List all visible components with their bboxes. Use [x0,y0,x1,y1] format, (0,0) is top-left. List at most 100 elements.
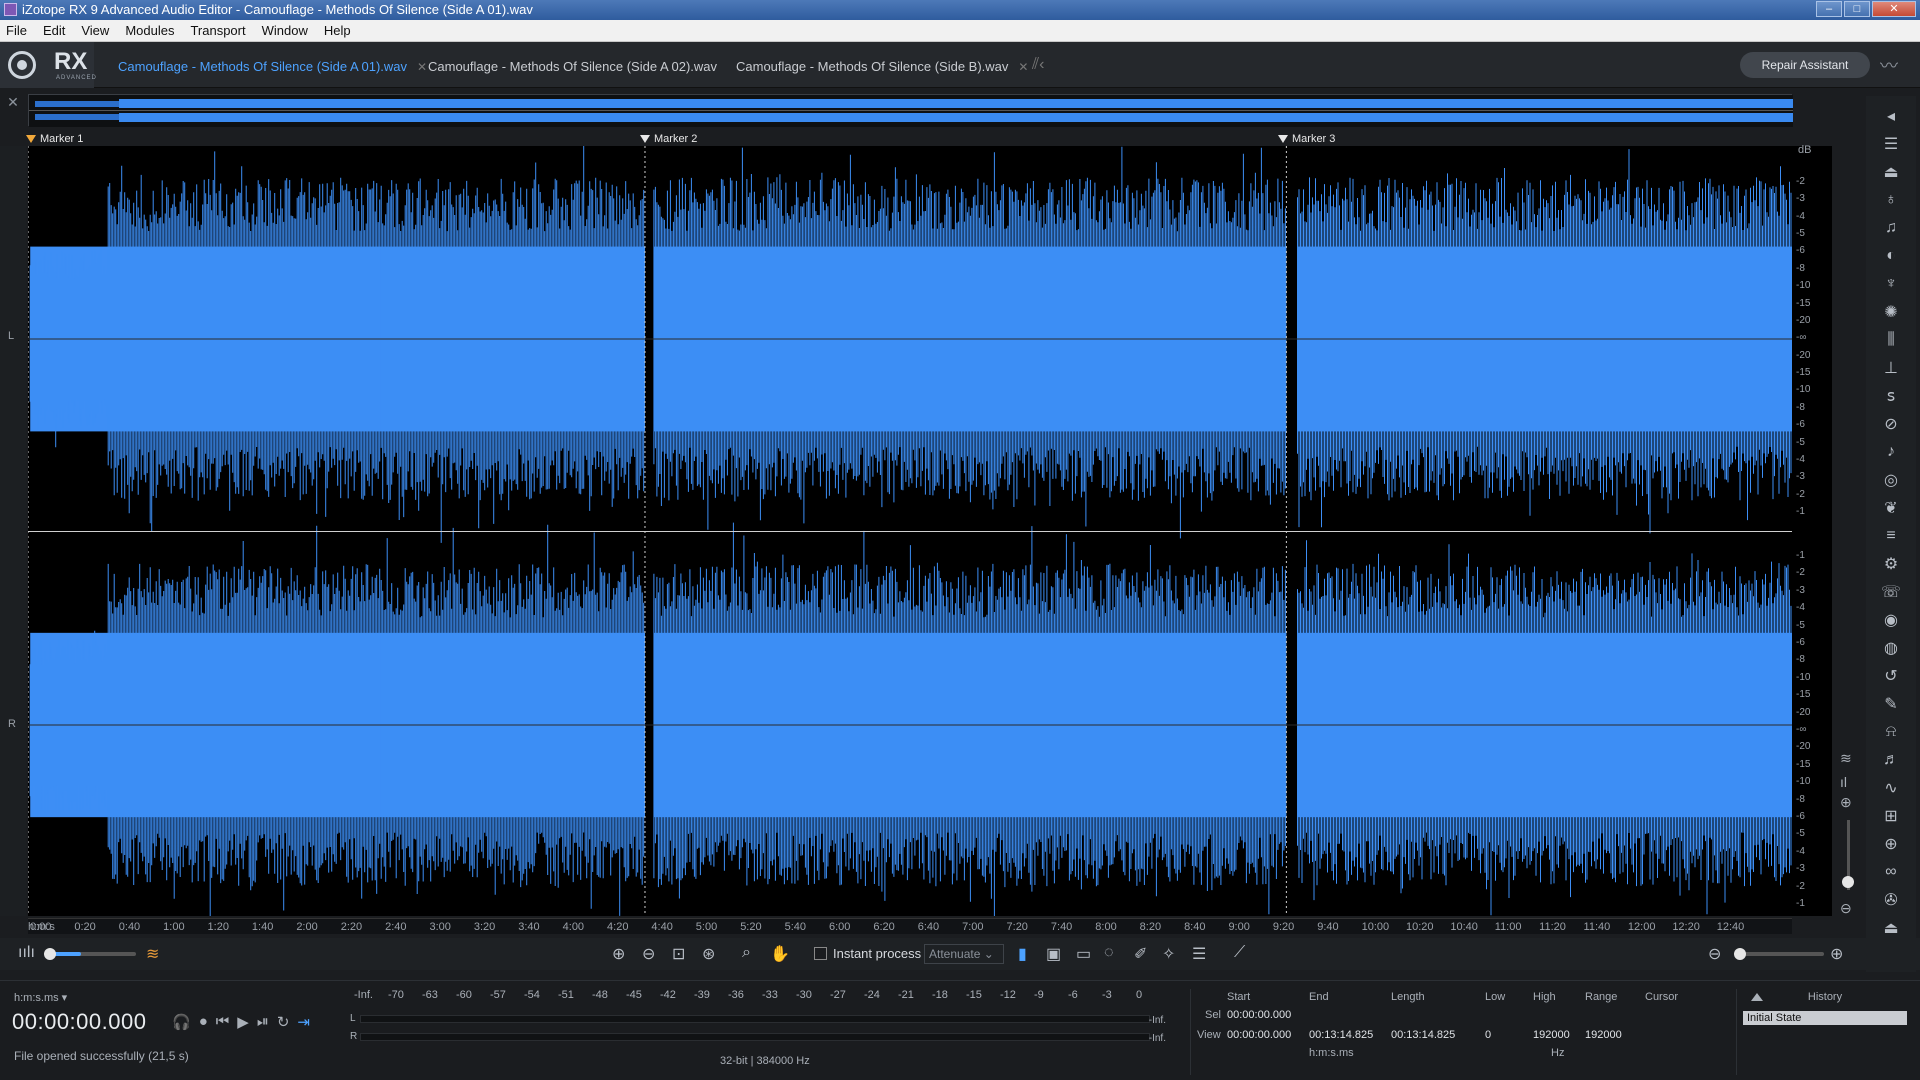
module-declick-icon[interactable]: ♪ [1876,438,1906,466]
vertical-zoom-out-icon[interactable]: ⊖ [1840,900,1852,917]
zoom-out-icon[interactable]: ⊖ [642,944,655,964]
collapse-overview-icon[interactable]: ✕ [0,94,26,126]
time-selection-tool-icon[interactable]: ▮ [1018,944,1027,964]
file-tab-2[interactable]: Camouflage - Methods Of Silence (Side A … [418,54,717,80]
view-length-field[interactable]: 00:13:14.825 [1391,1029,1455,1041]
module-decrackle-icon[interactable]: ⊘ [1876,410,1906,438]
play-button[interactable]: ▶ [237,1013,249,1031]
module-upload-icon[interactable]: ⏏ [1876,158,1906,186]
menu-help[interactable]: Help [324,23,351,38]
spectrogram-view-icon[interactable]: ≋ [146,944,159,964]
module-echo-icon[interactable]: ↺ [1876,662,1906,690]
menu-modules[interactable]: Modules [125,23,174,38]
menu-file[interactable]: File [6,23,27,38]
meter-scale-label: -63 [422,989,438,1001]
module-leaf-icon[interactable]: ❦ [1876,494,1906,522]
scroll-follow-button[interactable]: ⇥ [297,1013,310,1031]
instant-process-toggle[interactable]: Instant process [814,946,921,961]
module-list-icon[interactable]: ☰ [1876,130,1906,158]
waveform-view-icon[interactable]: ıılı [18,944,35,962]
file-tab-1[interactable]: Camouflage - Methods Of Silence (Side A … [108,54,427,80]
marker-3[interactable]: Marker 3 [1278,132,1335,146]
history-item[interactable]: Initial State [1743,1011,1907,1025]
module-compass-icon[interactable]: ✇ [1876,886,1906,914]
record-button[interactable]: ● [199,1013,208,1031]
zoom-selection-icon[interactable]: ⊡ [672,944,685,964]
zoom-full-icon[interactable]: ⊛ [702,944,715,964]
waveform-toggle-small-icon[interactable]: ıl [1840,774,1847,790]
repair-assistant-button[interactable]: Repair Assistant [1740,52,1870,78]
module-gear-icon[interactable]: ⚙ [1876,550,1906,578]
module-declip-icon[interactable]: ♫ [1876,214,1906,242]
module-pen-icon[interactable]: ✎ [1876,690,1906,718]
close-tab-icon[interactable]: ✕ [1018,60,1028,74]
menu-view[interactable]: View [81,23,109,38]
horizontal-zoom-knob[interactable] [1734,948,1746,960]
menu-edit[interactable]: Edit [43,23,65,38]
module-sss-icon[interactable]: ꜱ [1876,382,1906,410]
zoom-in-icon[interactable]: ⊕ [612,944,625,964]
loop-button[interactable]: ↻ [277,1013,290,1031]
module-spark-icon[interactable]: ✺ [1876,298,1906,326]
waveform-toggle-icon[interactable]: 〰 [1880,52,1908,78]
module-dehum-icon[interactable]: ◐ [1876,242,1906,270]
module-lines-icon[interactable]: ≡ [1876,522,1906,550]
lasso-tool-icon[interactable]: ◌ [1104,944,1114,962]
view-start-field[interactable]: 00:00:00.000 [1227,1029,1291,1041]
waveform-overview[interactable] [28,94,1793,127]
module-stereo-icon[interactable]: ⊞ [1876,802,1906,830]
module-ring-icon[interactable]: ◉ [1876,606,1906,634]
brush-tool-icon[interactable]: ✐ [1134,944,1147,964]
module-dialogue-icon[interactable]: ♁ [1876,186,1906,214]
view-low-field[interactable]: 0 [1485,1029,1491,1041]
time-ruler[interactable]: 0:00 0:20 0:40 1:00 1:20 1:40 2:00 2:20 2:40 3:00… [28,918,1792,934]
time-frequency-selection-icon[interactable]: ▭ [1076,944,1091,964]
module-music-icon[interactable]: ♬ [1876,746,1906,774]
spectrogram-blend-slider[interactable] [44,948,136,960]
menu-window[interactable]: Window [262,23,308,38]
headphones-icon[interactable]: 🎧 [172,1013,191,1031]
module-speech-icon[interactable]: ◍ [1876,634,1906,662]
instant-process-mode-select[interactable]: Attenuate ⌄ [924,944,1004,964]
module-mic-icon[interactable]: ♆ [1876,270,1906,298]
module-mixer-icon[interactable]: ⫼ [1876,326,1906,354]
marker-1[interactable]: Marker 1 [26,132,83,146]
frequency-selection-tool-icon[interactable]: ▣ [1046,944,1061,964]
go-to-start-button[interactable]: ⏮ [216,1013,230,1031]
play-selection-button[interactable]: ⏯ [257,1013,269,1031]
menu-transport[interactable]: Transport [190,23,245,38]
zoom-tool-icon[interactable]: ⌕ [742,944,751,962]
view-end-field[interactable]: 00:13:14.825 [1309,1029,1373,1041]
time-format-select[interactable]: h:m:s.ms ▾ [14,991,67,1004]
instant-process-checkbox[interactable] [814,947,827,960]
sel-start-field[interactable]: 00:00:00.000 [1227,1009,1291,1021]
module-add-icon[interactable]: ⊕ [1876,830,1906,858]
file-tab-3[interactable]: Camouflage - Methods Of Silence (Side B)… [726,54,1028,80]
marker-2[interactable]: Marker 2 [640,132,697,146]
horizontal-zoom-slider[interactable] [1734,948,1824,960]
module-target-icon[interactable]: ◎ [1876,466,1906,494]
maximize-button[interactable]: □ [1844,1,1870,17]
vertical-zoom-in-icon[interactable]: ⊕ [1840,794,1852,811]
minimize-button[interactable]: – [1816,1,1842,17]
module-chat-icon[interactable]: ☏ [1876,578,1906,606]
view-range-field[interactable]: 192000 [1585,1029,1622,1041]
harmonic-selection-icon[interactable]: ☰ [1192,944,1206,964]
close-window-button[interactable]: ✕ [1872,1,1916,17]
vertical-zoom-knob[interactable] [1842,876,1854,888]
blend-knob[interactable] [44,948,56,960]
waveform-display[interactable] [28,146,1792,916]
horizontal-zoom-in-icon[interactable]: ⊕ [1830,944,1843,964]
module-bell-icon[interactable]: ⍾ [1876,718,1906,746]
draw-tool-icon[interactable]: ⟋ [1234,944,1245,962]
hand-tool-icon[interactable]: ✋ [770,944,790,964]
module-eq-icon[interactable]: ⊥ [1876,354,1906,382]
collapse-modules-icon[interactable]: ◂ [1876,102,1906,130]
spectrogram-toggle-icon[interactable]: ≋ [1840,750,1852,767]
tab-overflow-icon[interactable]: ⫽‹ [1032,56,1044,74]
module-wave-icon[interactable]: ∿ [1876,774,1906,802]
magic-wand-icon[interactable]: ✧ [1162,944,1175,964]
view-high-field[interactable]: 192000 [1533,1029,1570,1041]
module-link-icon[interactable]: ∞ [1876,858,1906,886]
horizontal-zoom-out-icon[interactable]: ⊖ [1708,944,1721,964]
